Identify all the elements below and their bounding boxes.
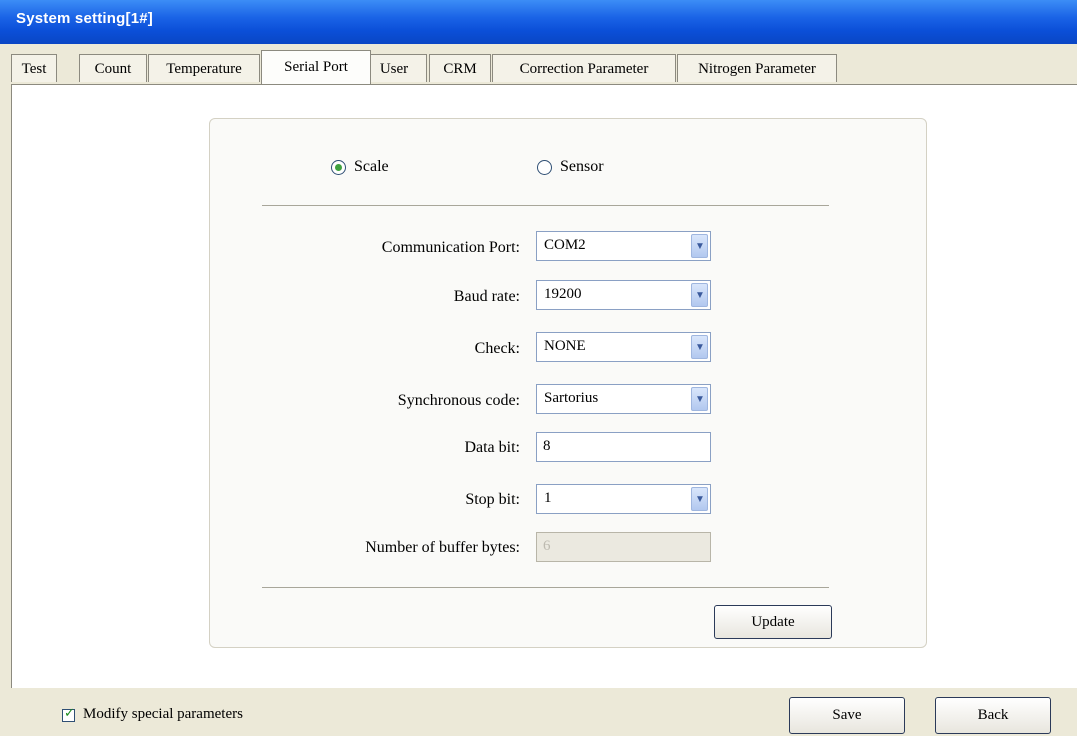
radio-scale-indicator[interactable] [331,159,346,175]
title-bar[interactable]: System setting[1#] [0,0,1077,44]
synchronous-code-value: Sartorius [544,390,599,406]
check-dropdown-button[interactable]: ▼ [691,335,708,359]
check-label: Check: [474,340,520,357]
chevron-down-icon: ▼ [695,290,705,301]
radio-sensor-indicator[interactable] [537,159,552,175]
stop-bit-dropdown-button[interactable]: ▼ [691,487,708,511]
radio-sensor[interactable]: Sensor [537,158,604,176]
modify-special-label: Modify special parameters [83,706,243,722]
synchronous-code-dropdown-button[interactable]: ▼ [691,387,708,411]
baud-rate-value: 19200 [544,286,582,302]
tab-test[interactable]: Test [11,54,57,82]
synchronous-code-select[interactable]: Sartorius ▼ [536,384,711,414]
system-setting-window: System setting[1#] Test Count Temperatur… [0,0,1077,736]
tab-crm[interactable]: CRM [429,54,491,82]
data-bit-label: Data bit: [464,439,520,456]
window-title: System setting[1#] [16,10,153,27]
communication-port-label: Communication Port: [381,239,520,256]
check-value: NONE [544,338,586,354]
radio-scale[interactable]: Scale [331,158,389,176]
check-select[interactable]: NONE ▼ [536,332,711,362]
radio-scale-label: Scale [354,158,389,175]
modify-special-checkbox[interactable]: ✓ [62,706,75,722]
baud-rate-dropdown-button[interactable]: ▼ [691,283,708,307]
synchronous-code-label: Synchronous code: [397,392,520,409]
tab-strip: Test Count Temperature Serial Port User … [11,50,1075,84]
communication-port-select[interactable]: COM2 ▼ [536,231,711,261]
tab-nitrogen-parameter[interactable]: Nitrogen Parameter [677,54,837,82]
stop-bit-label: Stop bit: [465,491,520,508]
baud-rate-label: Baud rate: [453,288,520,305]
buffer-bytes-input: 6 [536,532,711,562]
data-bit-input[interactable]: 8 [536,432,711,462]
serial-port-group [209,118,927,648]
tab-correction-parameter[interactable]: Correction Parameter [492,54,676,82]
divider-top [262,205,829,206]
tab-temperature[interactable]: Temperature [148,54,260,82]
chevron-down-icon: ▼ [695,342,705,353]
baud-rate-select[interactable]: 19200 ▼ [536,280,711,310]
update-button[interactable]: Update [714,605,832,639]
tab-serial-port[interactable]: Serial Port [261,50,371,84]
back-button[interactable]: Back [935,697,1051,734]
checkmark-icon: ✓ [64,706,75,721]
chevron-down-icon: ▼ [695,394,705,405]
radio-sensor-label: Sensor [560,158,604,175]
tab-count[interactable]: Count [79,54,147,82]
chevron-down-icon: ▼ [695,494,705,505]
divider-bottom [262,587,829,588]
communication-port-value: COM2 [544,237,586,253]
stop-bit-select[interactable]: 1 ▼ [536,484,711,514]
chevron-down-icon: ▼ [695,241,705,252]
buffer-bytes-label: Number of buffer bytes: [365,539,520,556]
save-button[interactable]: Save [789,697,905,734]
buffer-bytes-value: 6 [543,538,551,554]
data-bit-value: 8 [543,438,551,454]
stop-bit-value: 1 [544,490,552,506]
communication-port-dropdown-button[interactable]: ▼ [691,234,708,258]
